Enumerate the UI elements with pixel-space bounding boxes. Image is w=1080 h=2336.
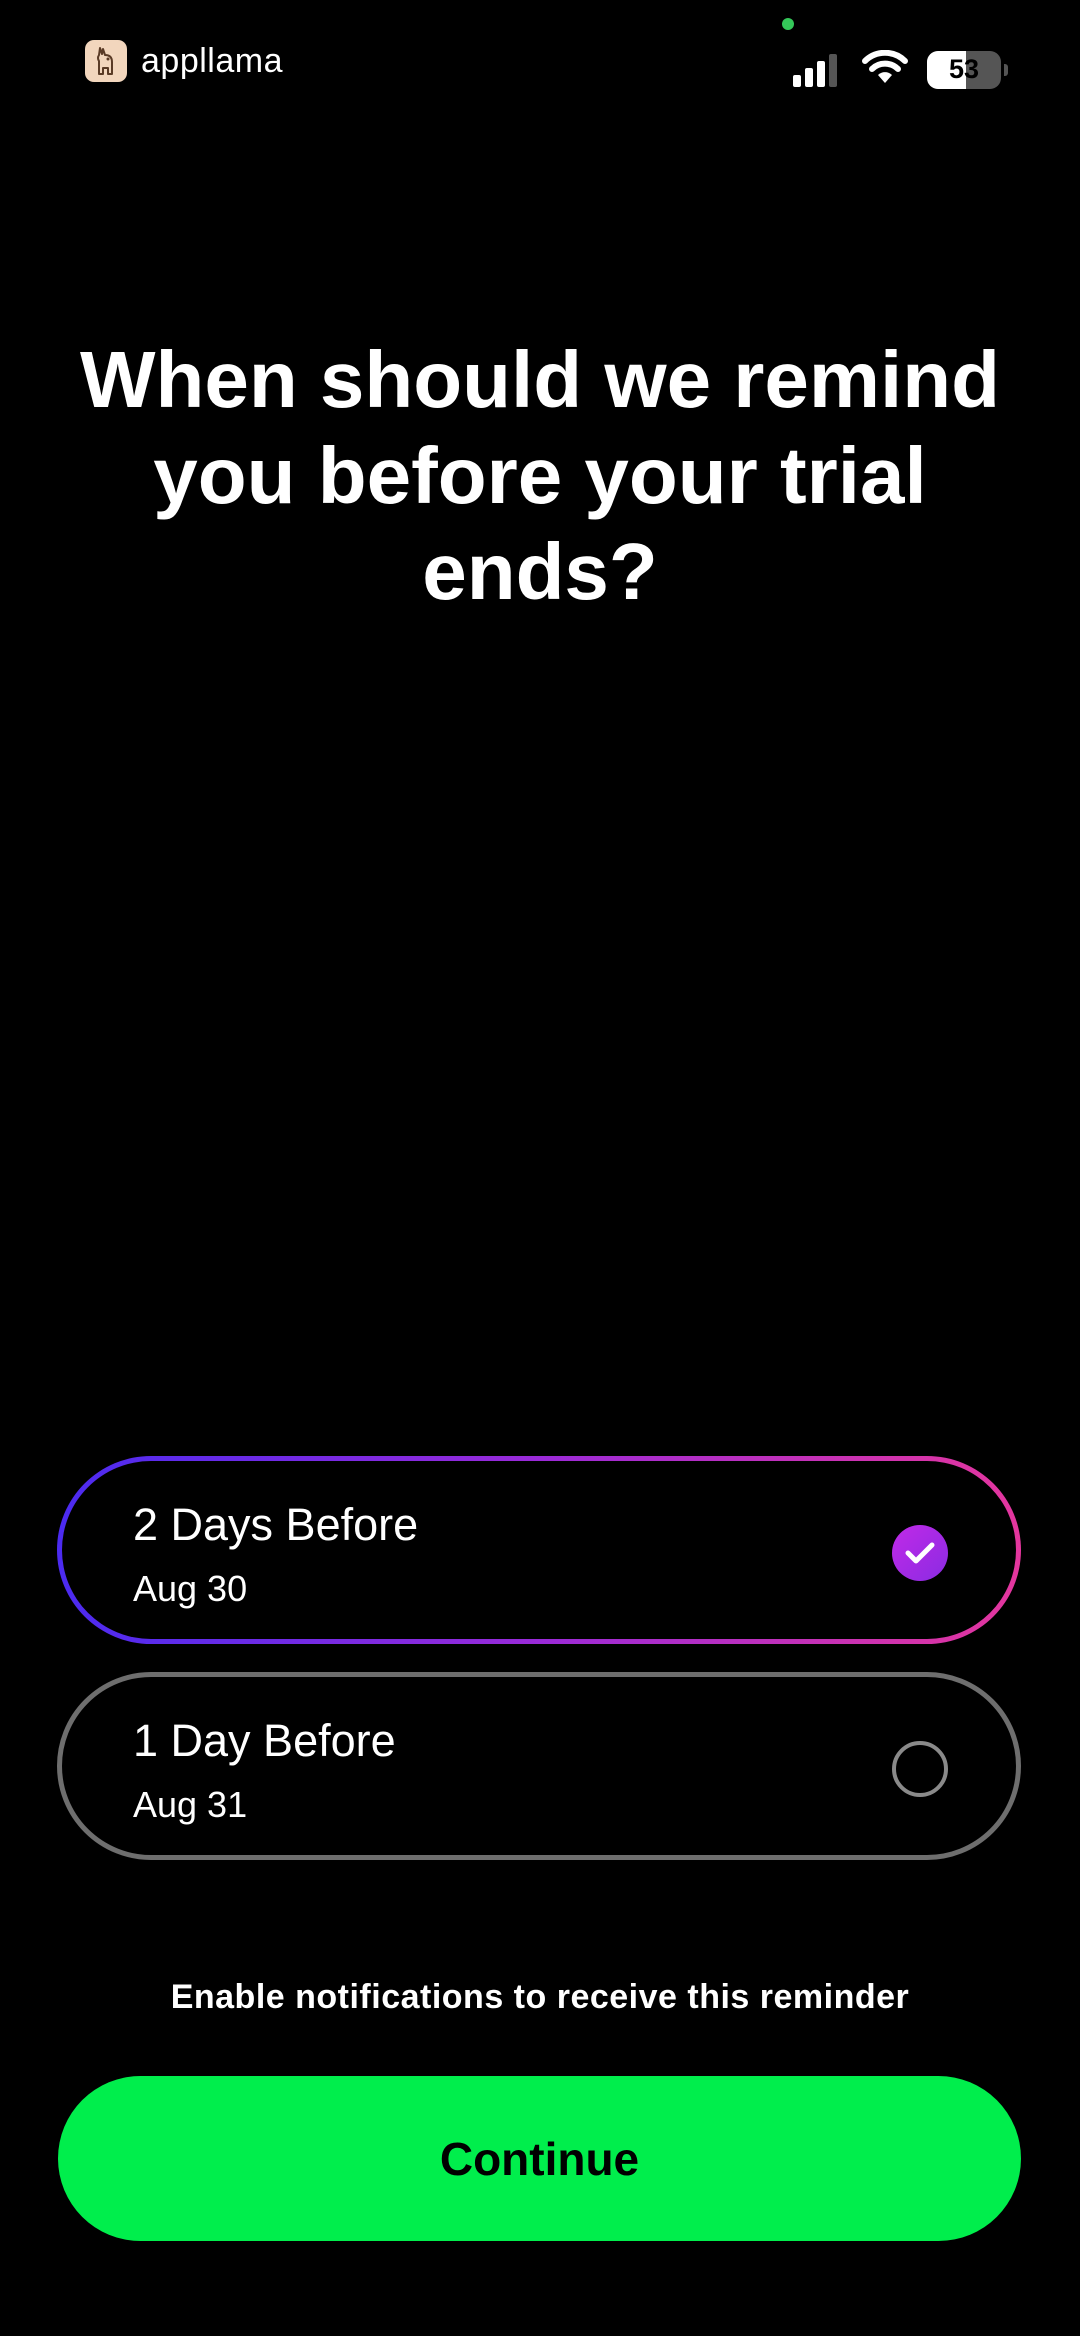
- signal-icon: [793, 53, 841, 87]
- page-title: When should we remind you before your tr…: [79, 335, 1001, 616]
- wifi-icon: [861, 49, 909, 89]
- option-date: Aug 31: [133, 1784, 248, 1825]
- notification-hint: Enable notifications to receive this rem…: [170, 1978, 910, 2016]
- status-icons: 53: [793, 49, 1008, 89]
- option-title: 1 Day Before: [133, 1715, 396, 1766]
- option-date: Aug 30: [133, 1568, 248, 1609]
- continue-button[interactable]: Continue: [58, 2076, 1021, 2241]
- battery-icon: 53: [927, 50, 1008, 89]
- app-name: appllama: [141, 41, 283, 80]
- reminder-option-1-day[interactable]: 1 Day Before Aug 31: [57, 1672, 1021, 1860]
- llama-logo-icon: [85, 40, 127, 82]
- reminder-option-2-days[interactable]: 2 Days Before Aug 30: [57, 1456, 1021, 1644]
- status-bar: appllama 53: [0, 0, 1080, 130]
- privacy-indicator-dot: [782, 18, 794, 30]
- app-badge[interactable]: appllama: [85, 40, 283, 82]
- radio-empty-icon: [892, 1741, 948, 1797]
- battery-level-text: 53: [948, 54, 980, 84]
- checkmark-icon: [892, 1525, 948, 1581]
- battery-body: 53: [927, 50, 1001, 89]
- battery-cap: [1004, 63, 1008, 76]
- option-title: 2 Days Before: [133, 1499, 419, 1550]
